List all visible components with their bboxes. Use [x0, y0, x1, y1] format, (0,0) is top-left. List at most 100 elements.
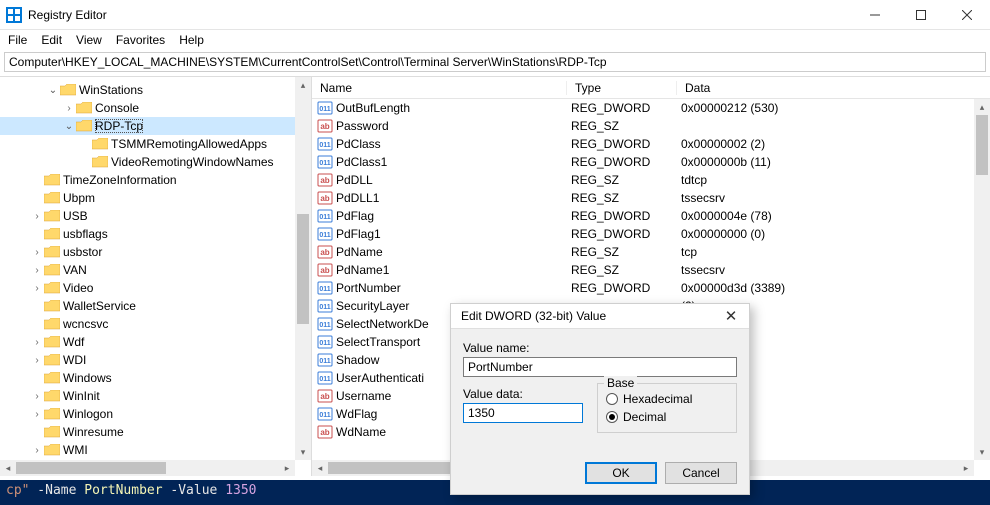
- value-type: REG_DWORD: [567, 155, 677, 169]
- chevron-right-icon[interactable]: ›: [30, 265, 44, 276]
- chevron-right-icon[interactable]: ›: [30, 391, 44, 402]
- tree-item[interactable]: ›Console: [0, 99, 295, 117]
- minimize-button[interactable]: [852, 0, 898, 30]
- svg-text:ab: ab: [320, 428, 329, 437]
- list-row[interactable]: 011PdFlagREG_DWORD0x0000004e (78): [312, 207, 974, 225]
- menu-file[interactable]: File: [8, 33, 27, 47]
- tree-item-label: WDI: [63, 353, 86, 367]
- value-data: tssecsrv: [677, 263, 974, 277]
- dialog-close-button[interactable]: ✕: [719, 307, 743, 325]
- tree-item[interactable]: ›Wdf: [0, 333, 295, 351]
- tree-item-label: TSMMRemotingAllowedApps: [111, 137, 267, 151]
- tree-item[interactable]: ›Video: [0, 279, 295, 297]
- column-name[interactable]: Name: [312, 81, 567, 95]
- svg-text:ab: ab: [320, 392, 329, 401]
- list-row[interactable]: 011PortNumberREG_DWORD0x00000d3d (3389): [312, 279, 974, 297]
- menu-help[interactable]: Help: [179, 33, 204, 47]
- tree-view[interactable]: ⌄WinStations›Console⌄RDP-Tcp TSMMRemoting…: [0, 77, 295, 460]
- list-row[interactable]: abPdDLL1REG_SZtssecsrv: [312, 189, 974, 207]
- chevron-down-icon[interactable]: ⌄: [62, 121, 76, 132]
- tree-item[interactable]: ›Winlogon: [0, 405, 295, 423]
- tree-item[interactable]: TSMMRemotingAllowedApps: [0, 135, 295, 153]
- scroll-up-icon[interactable]: ▴: [974, 99, 990, 115]
- scroll-right-icon[interactable]: ▸: [279, 460, 295, 476]
- tree-item[interactable]: wcncsvc: [0, 315, 295, 333]
- svg-text:ab: ab: [320, 176, 329, 185]
- svg-text:011: 011: [319, 412, 330, 419]
- string-icon: ab: [316, 424, 334, 440]
- chevron-right-icon[interactable]: ›: [30, 283, 44, 294]
- value-type: REG_DWORD: [567, 209, 677, 223]
- tree-scrollbar-vertical[interactable]: ▴ ▾: [295, 77, 311, 460]
- dword-icon: 011: [316, 100, 334, 116]
- list-row[interactable]: 011PdClassREG_DWORD0x00000002 (2): [312, 135, 974, 153]
- tree-item[interactable]: ⌄WinStations: [0, 81, 295, 99]
- value-data: 0x00000d3d (3389): [677, 281, 974, 295]
- chevron-right-icon[interactable]: ›: [30, 355, 44, 366]
- cancel-button[interactable]: Cancel: [665, 462, 737, 484]
- scroll-left-icon[interactable]: ◂: [312, 460, 328, 476]
- list-row[interactable]: abPdDLLREG_SZtdtcp: [312, 171, 974, 189]
- menu-edit[interactable]: Edit: [41, 33, 62, 47]
- value-name-field[interactable]: [463, 357, 737, 377]
- chevron-right-icon[interactable]: ›: [62, 103, 76, 114]
- chevron-right-icon[interactable]: ›: [30, 211, 44, 222]
- tree-item[interactable]: ⌄RDP-Tcp: [0, 117, 295, 135]
- string-icon: ab: [316, 118, 334, 134]
- scroll-thumb[interactable]: [16, 462, 166, 474]
- tree-item[interactable]: Windows: [0, 369, 295, 387]
- value-type: REG_SZ: [567, 119, 677, 133]
- tree-scrollbar-horizontal[interactable]: ◂ ▸: [0, 460, 295, 476]
- radio-decimal[interactable]: Decimal: [606, 410, 728, 424]
- tree-item[interactable]: Winresume: [0, 423, 295, 441]
- tree-item[interactable]: ›WinInit: [0, 387, 295, 405]
- scroll-down-icon[interactable]: ▾: [295, 444, 311, 460]
- radio-dec-label: Decimal: [623, 410, 666, 424]
- tree-item[interactable]: usbflags: [0, 225, 295, 243]
- list-row[interactable]: 011PdClass1REG_DWORD0x0000000b (11): [312, 153, 974, 171]
- chevron-right-icon[interactable]: ›: [30, 337, 44, 348]
- scroll-down-icon[interactable]: ▾: [974, 444, 990, 460]
- list-row[interactable]: 011PdFlag1REG_DWORD0x00000000 (0): [312, 225, 974, 243]
- chevron-right-icon[interactable]: ›: [30, 409, 44, 420]
- tree-item[interactable]: ›USB: [0, 207, 295, 225]
- tree-item[interactable]: Ubpm: [0, 189, 295, 207]
- value-data: tssecsrv: [677, 191, 974, 205]
- tree-item[interactable]: ›VAN: [0, 261, 295, 279]
- scroll-thumb[interactable]: [297, 214, 309, 324]
- tree-item[interactable]: VideoRemotingWindowNames: [0, 153, 295, 171]
- value-data-field[interactable]: [463, 403, 583, 423]
- address-bar[interactable]: Computer\HKEY_LOCAL_MACHINE\SYSTEM\Curre…: [4, 52, 986, 72]
- scroll-right-icon[interactable]: ▸: [958, 460, 974, 476]
- tree-item[interactable]: WalletService: [0, 297, 295, 315]
- chevron-right-icon[interactable]: ›: [30, 445, 44, 456]
- list-scrollbar-vertical[interactable]: ▴ ▾: [974, 99, 990, 460]
- value-data: tcp: [677, 245, 974, 259]
- scroll-up-icon[interactable]: ▴: [295, 77, 311, 93]
- column-data[interactable]: Data: [677, 81, 990, 95]
- tree-item[interactable]: TimeZoneInformation: [0, 171, 295, 189]
- maximize-button[interactable]: [898, 0, 944, 30]
- edit-dword-dialog: Edit DWORD (32-bit) Value ✕ Value name: …: [450, 303, 750, 495]
- tree-item[interactable]: ›usbstor: [0, 243, 295, 261]
- list-row[interactable]: abPdName1REG_SZtssecsrv: [312, 261, 974, 279]
- chevron-right-icon[interactable]: ›: [30, 247, 44, 258]
- tree-item[interactable]: › WDI: [0, 351, 295, 369]
- ok-button[interactable]: OK: [585, 462, 657, 484]
- menu-favorites[interactable]: Favorites: [116, 33, 165, 47]
- string-icon: ab: [316, 172, 334, 188]
- close-button[interactable]: [944, 0, 990, 30]
- list-row[interactable]: 011OutBufLengthREG_DWORD0x00000212 (530): [312, 99, 974, 117]
- folder-icon: [44, 371, 60, 385]
- list-header: Name Type Data: [312, 77, 990, 99]
- scroll-left-icon[interactable]: ◂: [0, 460, 16, 476]
- list-row[interactable]: abPdNameREG_SZtcp: [312, 243, 974, 261]
- menu-view[interactable]: View: [76, 33, 102, 47]
- scroll-thumb[interactable]: [976, 115, 988, 175]
- tree-item[interactable]: ›WMI: [0, 441, 295, 459]
- column-type[interactable]: Type: [567, 81, 677, 95]
- radio-hexadecimal[interactable]: Hexadecimal: [606, 392, 728, 406]
- chevron-down-icon[interactable]: ⌄: [46, 85, 60, 96]
- list-row[interactable]: abPasswordREG_SZ: [312, 117, 974, 135]
- string-icon: ab: [316, 388, 334, 404]
